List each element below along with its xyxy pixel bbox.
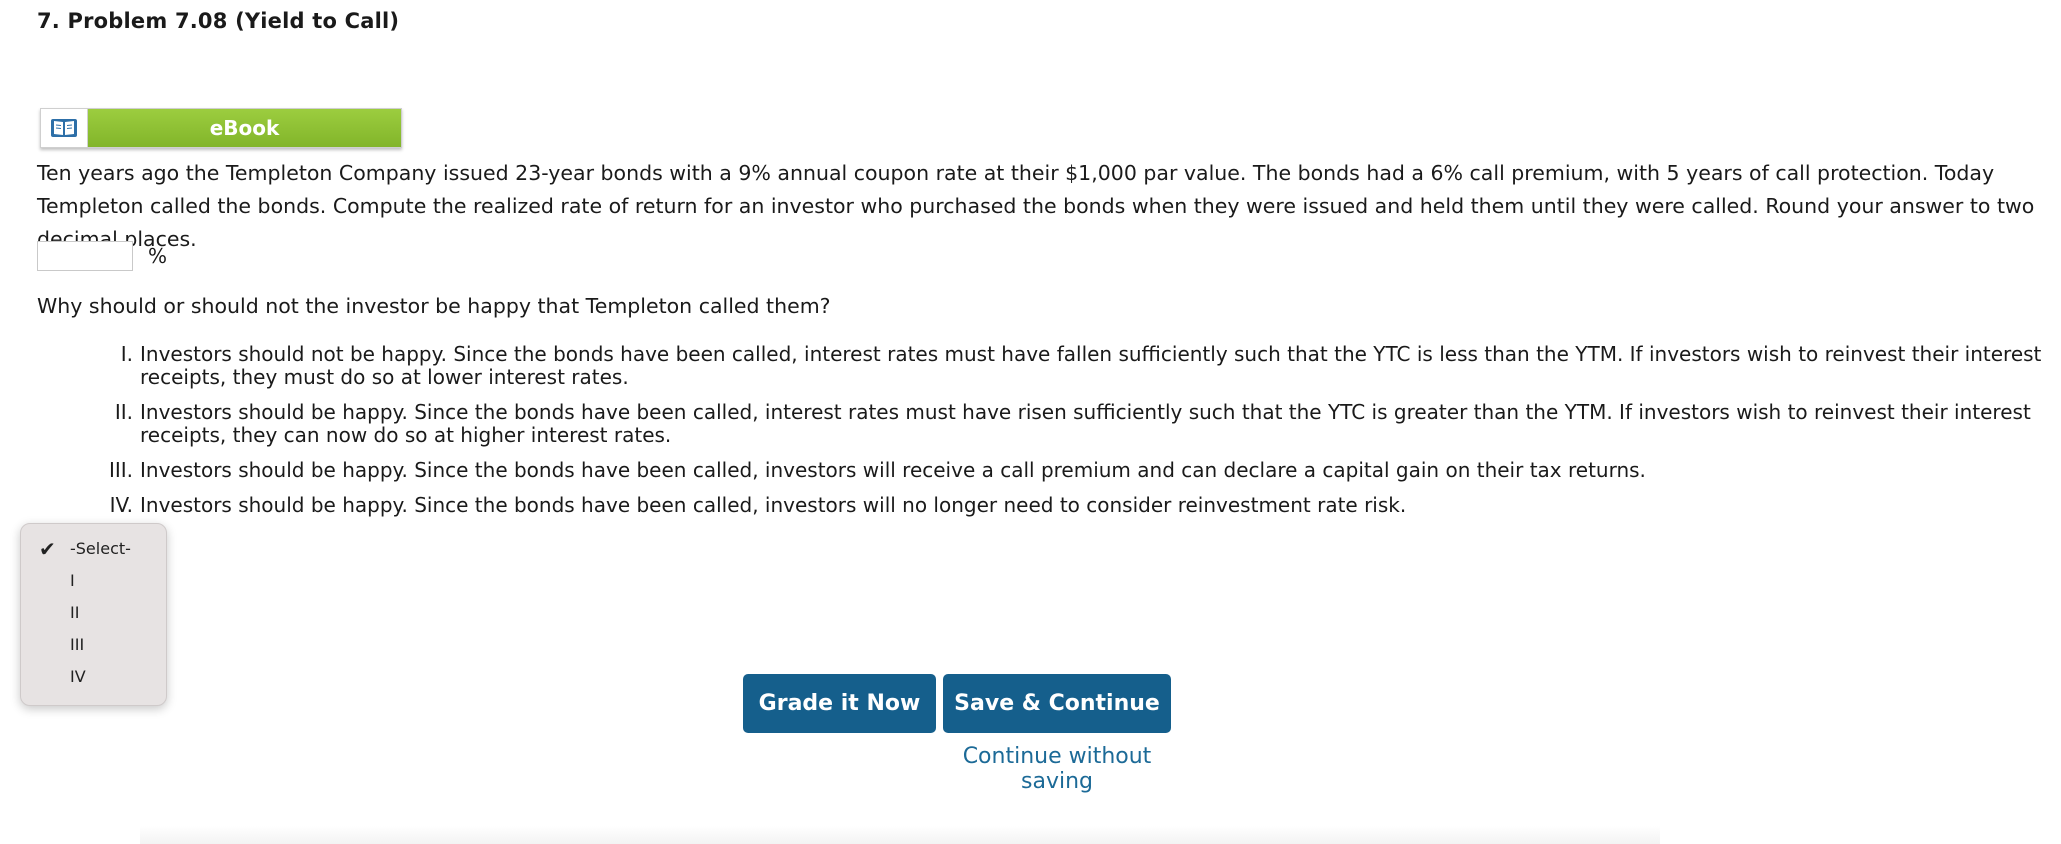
grade-it-now-button[interactable]: Grade it Now xyxy=(743,674,936,733)
option-text: Investors should be happy. Since the bon… xyxy=(140,458,1646,482)
answer-select-menu[interactable]: ✔ -Select- I II III IV xyxy=(20,523,167,706)
option-text: Investors should be happy. Since the bon… xyxy=(140,493,1407,517)
option-number: III. xyxy=(108,458,133,482)
checkmark-icon: ✔ xyxy=(39,537,56,561)
option-number: II. xyxy=(114,400,133,424)
select-option-i[interactable]: I xyxy=(21,565,166,597)
option-item: III. Investors should be happy. Since th… xyxy=(74,459,2059,482)
book-icon xyxy=(41,109,88,147)
page: 7. Problem 7.08 (Yield to Call) eBook Te… xyxy=(0,0,2061,844)
question-text: Ten years ago the Templeton Company issu… xyxy=(37,161,2035,251)
save-continue-button[interactable]: Save & Continue xyxy=(943,674,1171,733)
answer-input[interactable] xyxy=(37,241,133,271)
select-option-iii[interactable]: III xyxy=(21,629,166,661)
answer-row: % xyxy=(37,241,167,271)
why-prompt: Why should or should not the investor be… xyxy=(37,294,831,318)
select-option-default[interactable]: ✔ -Select- xyxy=(21,533,166,565)
options-list: I. Investors should not be happy. Since … xyxy=(74,343,2059,529)
problem-title: 7. Problem 7.08 (Yield to Call) xyxy=(37,9,400,33)
option-text: Investors should not be happy. Since the… xyxy=(140,342,2042,389)
option-item: I. Investors should not be happy. Since … xyxy=(74,343,2059,389)
continue-without-saving-link[interactable]: Continue without saving xyxy=(943,744,1171,794)
ebook-button[interactable]: eBook xyxy=(40,108,402,148)
select-option-iv[interactable]: IV xyxy=(21,661,166,693)
select-option-label: -Select- xyxy=(70,539,131,558)
option-item: II. Investors should be happy. Since the… xyxy=(74,401,2059,447)
option-number: I. xyxy=(120,342,133,366)
option-item: IV. Investors should be happy. Since the… xyxy=(74,494,2059,517)
option-text: Investors should be happy. Since the bon… xyxy=(140,400,2031,447)
option-number: IV. xyxy=(109,493,133,517)
bottom-shadow xyxy=(140,826,1660,844)
percent-label: % xyxy=(148,244,168,268)
ebook-label: eBook xyxy=(88,109,401,147)
select-option-ii[interactable]: II xyxy=(21,597,166,629)
